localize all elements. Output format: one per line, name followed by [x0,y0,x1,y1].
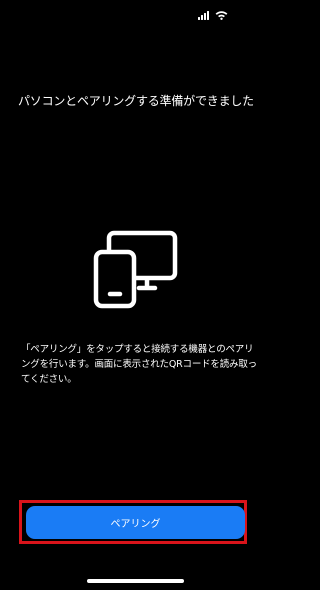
phone-and-computer-icon [93,230,178,309]
home-indicator[interactable] [87,579,184,583]
pair-button-label: ペアリング [110,519,161,530]
pair-button[interactable]: ペアリング [26,506,245,539]
cellular-signal-icon [198,10,209,20]
wifi-icon [215,11,228,20]
instruction-text: 「ペアリング」をタップすると接続する機器とのペアリングを行います。画面に表示され… [21,344,257,385]
page-title: パソコンとペアリングする準備ができました [17,94,254,108]
status-bar [198,10,228,20]
